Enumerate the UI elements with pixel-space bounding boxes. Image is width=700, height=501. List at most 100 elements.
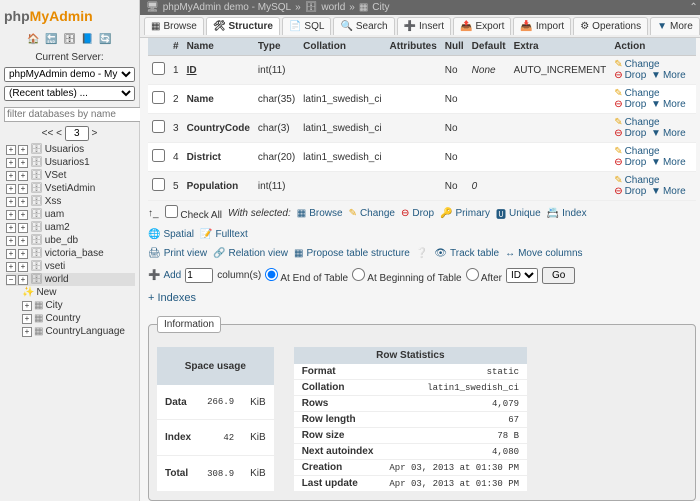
row-checkbox[interactable] <box>152 120 165 133</box>
titlebar-table[interactable]: City <box>372 2 389 13</box>
db-tree-item[interactable]: ++🗄uam <box>6 208 135 221</box>
db-tree-item[interactable]: −+🗄world <box>6 273 135 286</box>
plus-icon[interactable]: + <box>6 171 16 181</box>
expand-icon[interactable]: + <box>18 184 28 194</box>
row-name[interactable]: District <box>183 143 254 172</box>
plus-icon[interactable]: + <box>6 184 16 194</box>
row-checkbox[interactable] <box>152 178 165 191</box>
expand-icon[interactable]: + <box>18 158 28 168</box>
tab-more[interactable]: ▼More <box>650 17 700 35</box>
check-all[interactable]: Check All <box>165 205 222 221</box>
plus-icon[interactable]: + <box>6 249 16 259</box>
row-checkbox[interactable] <box>152 91 165 104</box>
change-link[interactable]: ✎Change <box>614 117 659 128</box>
change-link[interactable]: ✎Change <box>614 146 659 157</box>
bulk-drop[interactable]: ⊖Drop <box>401 208 434 219</box>
drop-link[interactable]: ⊖Drop <box>614 70 646 81</box>
drop-link[interactable]: ⊖Drop <box>614 186 646 197</box>
row-name[interactable]: ID <box>183 56 254 85</box>
plus-icon[interactable]: + <box>6 262 16 272</box>
bulk-fulltext[interactable]: 📝Fulltext <box>200 229 248 240</box>
tab-structure[interactable]: 🛠Structure <box>206 17 280 35</box>
expand-icon[interactable]: + <box>18 197 28 207</box>
table-tree-item[interactable]: +▦CountryLanguage <box>6 325 135 338</box>
tab-browse[interactable]: ▦Browse <box>144 17 204 35</box>
more-link[interactable]: ▼More <box>651 99 686 110</box>
row-name[interactable]: CountryCode <box>183 114 254 143</box>
go-button[interactable]: Go <box>542 267 575 284</box>
opt-end[interactable]: At End of Table <box>265 268 348 284</box>
bulk-primary[interactable]: 🔑Primary <box>440 208 490 219</box>
drop-link[interactable]: ⊖Drop <box>614 157 646 168</box>
change-link[interactable]: ✎Change <box>614 59 659 70</box>
expand-icon[interactable]: + <box>18 210 28 220</box>
titlebar-server[interactable]: phpMyAdmin demo - MySQL <box>163 2 291 13</box>
more-link[interactable]: ▼More <box>651 70 686 81</box>
home-icon[interactable]: 🏠 <box>27 32 41 46</box>
opt-begin[interactable]: At Beginning of Table <box>352 268 462 284</box>
expand-icon[interactable]: + <box>18 236 28 246</box>
bulk-unique[interactable]: 🆄Unique <box>496 206 541 221</box>
reload-icon[interactable]: 🔄 <box>99 32 113 46</box>
bulk-change[interactable]: ✎Change <box>349 208 395 219</box>
db-tree-item[interactable]: ++🗄victoria_base <box>6 247 135 260</box>
row-checkbox[interactable] <box>152 62 165 75</box>
db-tree-item[interactable]: ++🗄Usuarios <box>6 143 135 156</box>
db-tree-item[interactable]: ++🗄vseti <box>6 260 135 273</box>
indexes-toggle[interactable]: + Indexes <box>148 288 196 308</box>
db-tree-item[interactable]: ++🗄VSet <box>6 169 135 182</box>
more-link[interactable]: ▼More <box>651 186 686 197</box>
expand-icon[interactable]: + <box>18 262 28 272</box>
print-view[interactable]: 🖨Print view <box>148 248 207 259</box>
drop-link[interactable]: ⊖Drop <box>614 128 646 139</box>
more-link[interactable]: ▼More <box>651 128 686 139</box>
add-count-input[interactable] <box>185 268 213 283</box>
expand-icon[interactable]: + <box>18 275 28 285</box>
row-name[interactable]: Name <box>183 85 254 114</box>
recent-tables-select[interactable]: (Recent tables) ... <box>4 86 135 101</box>
drop-link[interactable]: ⊖Drop <box>614 99 646 110</box>
pager-prev[interactable]: << < <box>42 128 62 139</box>
tab-sql[interactable]: 📄SQL <box>282 17 331 35</box>
plus-icon[interactable]: + <box>6 236 16 246</box>
db-tree-item[interactable]: ++🗄ube_db <box>6 234 135 247</box>
tab-search[interactable]: 🔍Search <box>333 17 394 35</box>
tab-export[interactable]: 📤Export <box>453 17 511 35</box>
bulk-browse[interactable]: ▦Browse <box>297 208 343 219</box>
table-tree-item[interactable]: ✨New <box>6 286 135 299</box>
db-tree-item[interactable]: ++🗄VsetiAdmin <box>6 182 135 195</box>
expand-icon[interactable]: + <box>18 171 28 181</box>
bulk-spatial[interactable]: 🌐Spatial <box>148 229 194 240</box>
plus-icon[interactable]: + <box>6 145 16 155</box>
row-name[interactable]: Population <box>183 172 254 201</box>
server-select[interactable]: phpMyAdmin demo - My <box>4 67 135 82</box>
relation-view[interactable]: 🔗Relation view <box>213 248 288 259</box>
track-table[interactable]: 👁Track table <box>434 248 499 259</box>
docs-icon[interactable]: 📘 <box>81 32 95 46</box>
pager-input[interactable] <box>65 126 89 141</box>
bulk-index[interactable]: 📇Index <box>547 208 587 219</box>
plus-icon[interactable]: + <box>22 314 32 324</box>
table-tree-item[interactable]: +▦Country <box>6 312 135 325</box>
plus-icon[interactable]: + <box>6 210 16 220</box>
more-link[interactable]: ▼More <box>651 157 686 168</box>
plus-icon[interactable]: + <box>22 327 32 337</box>
plus-icon[interactable]: + <box>6 197 16 207</box>
db-tree-item[interactable]: ++🗄Usuarios1 <box>6 156 135 169</box>
change-link[interactable]: ✎Change <box>614 88 659 99</box>
move-columns[interactable]: ↔Move columns <box>505 248 582 259</box>
titlebar-db[interactable]: world <box>321 2 345 13</box>
after-select[interactable]: ID <box>506 268 538 283</box>
sql-icon[interactable]: 🗄 <box>63 32 77 46</box>
tab-insert[interactable]: ➕Insert <box>397 17 451 35</box>
filter-databases-input[interactable] <box>4 107 142 122</box>
minus-icon[interactable]: − <box>6 275 16 285</box>
expand-icon[interactable]: + <box>18 223 28 233</box>
tab-import[interactable]: 📥Import <box>513 17 571 35</box>
db-tree-item[interactable]: ++🗄uam2 <box>6 221 135 234</box>
plus-icon[interactable]: + <box>6 223 16 233</box>
add-link[interactable]: ➕Add <box>148 270 181 281</box>
change-link[interactable]: ✎Change <box>614 175 659 186</box>
plus-icon[interactable]: + <box>22 301 32 311</box>
logo[interactable]: phpMyAdmin <box>4 4 135 28</box>
